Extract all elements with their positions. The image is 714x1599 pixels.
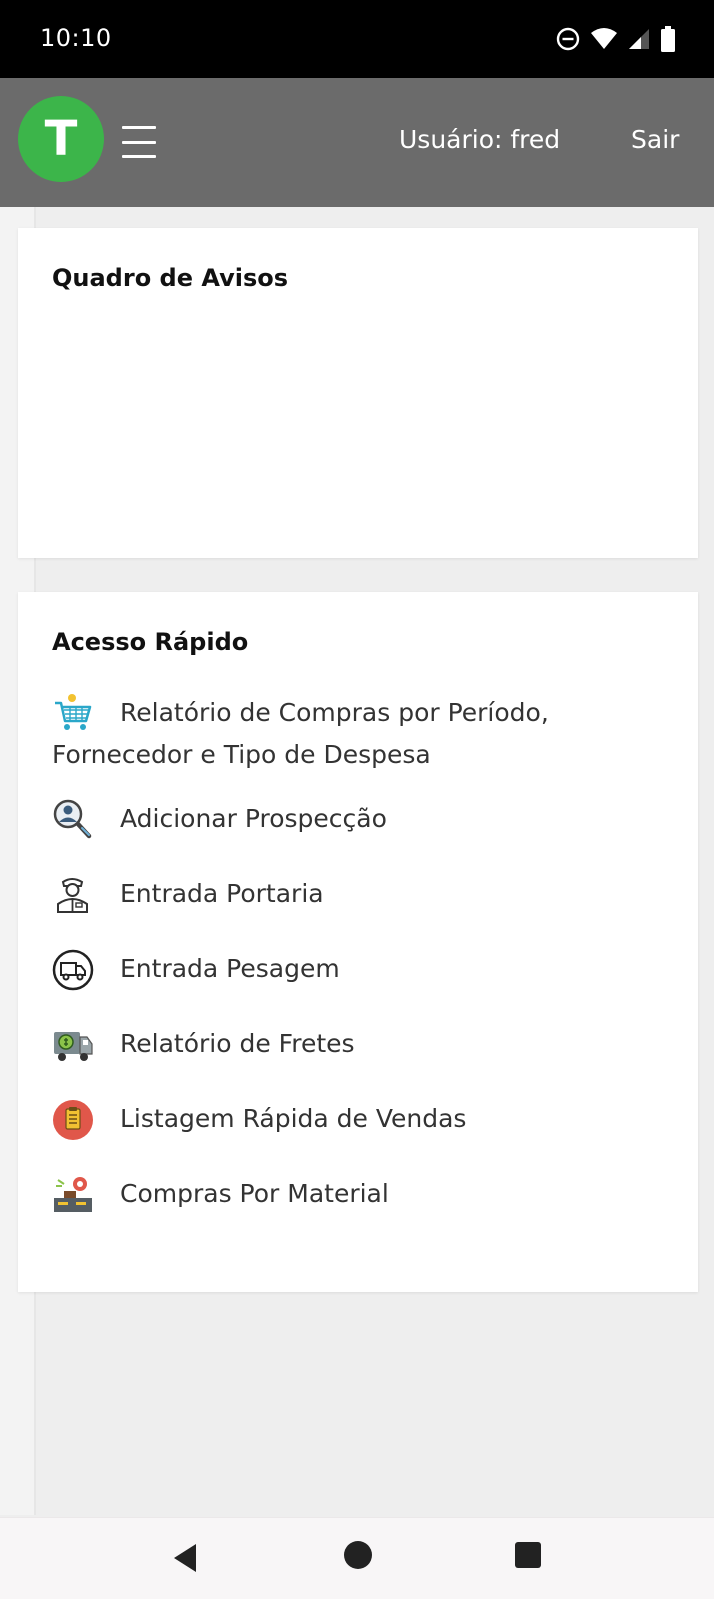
logout-button[interactable]: Sair <box>631 125 679 154</box>
notices-card: Quadro de Avisos <box>18 228 698 558</box>
quick-access-item-quick-sales-list[interactable]: Listagem Rápida de Vendas <box>52 1098 672 1140</box>
truck-weighing-icon <box>52 949 94 991</box>
app-header: T Usuário: fred Sair <box>0 78 714 207</box>
quick-access-item-add-prospect[interactable]: Adicionar Prospecção <box>52 798 672 840</box>
logo-letter: T <box>44 111 78 167</box>
do-not-disturb-icon <box>556 27 580 51</box>
system-nav-bar <box>0 1517 714 1599</box>
quick-access-item-freight-report[interactable]: Relatório de Fretes <box>52 1023 672 1065</box>
prospect-search-icon <box>52 799 94 839</box>
battery-icon <box>661 26 675 52</box>
status-bar: 10:10 <box>0 0 714 78</box>
shopping-cart-icon <box>52 693 94 733</box>
material-purchase-icon <box>52 1174 94 1214</box>
freight-truck-icon <box>52 1024 94 1064</box>
sales-clipboard-icon <box>52 1099 94 1140</box>
quick-access-list: Relatório de Compras por Período, Fornec… <box>52 692 672 1215</box>
home-icon[interactable] <box>343 1540 373 1570</box>
quick-access-item-purchases-report[interactable]: Relatório de Compras por Período, Fornec… <box>52 692 672 776</box>
quick-access-item-gate-entry[interactable]: Entrada Portaria <box>52 873 672 915</box>
quick-access-card: Acesso Rápido Relatório de Compras por P… <box>18 592 698 1292</box>
user-label: Usuário: fred <box>399 125 561 154</box>
wifi-icon <box>591 28 617 49</box>
recents-icon[interactable] <box>514 1541 542 1569</box>
status-time: 10:10 <box>40 24 112 52</box>
back-icon[interactable] <box>172 1542 198 1574</box>
app-logo[interactable]: T <box>18 96 104 182</box>
cell-signal-icon <box>629 29 649 49</box>
notices-title: Quadro de Avisos <box>52 264 289 292</box>
quick-access-label: Relatório de Compras por Período, Fornec… <box>52 698 549 769</box>
gatekeeper-icon <box>52 874 94 914</box>
quick-access-item-weighing-entry[interactable]: Entrada Pesagem <box>52 948 672 991</box>
menu-icon[interactable] <box>122 126 156 158</box>
status-icons <box>556 24 676 54</box>
quick-access-item-material-purchases[interactable]: Compras Por Material <box>52 1173 672 1215</box>
quick-access-title: Acesso Rápido <box>52 628 249 656</box>
